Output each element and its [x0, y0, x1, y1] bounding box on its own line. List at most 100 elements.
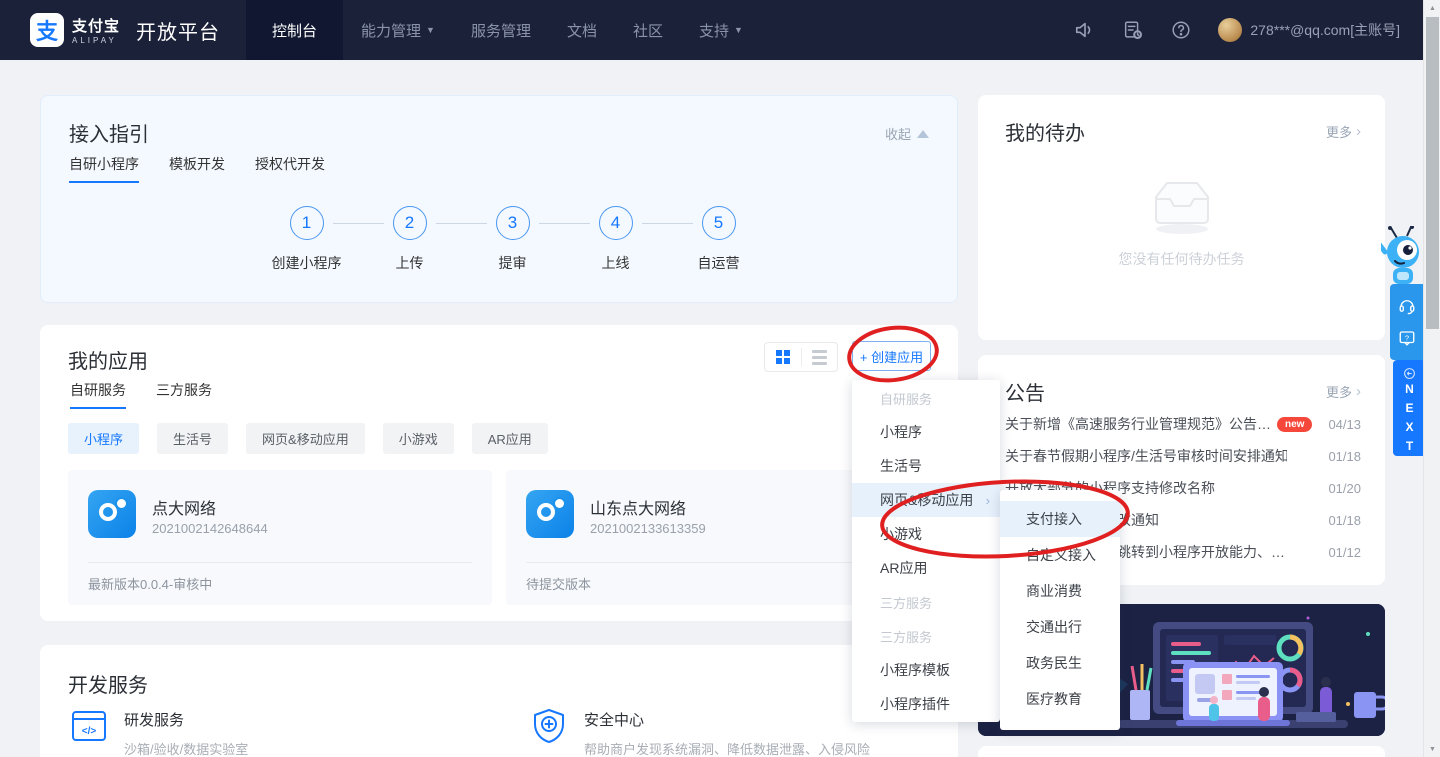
my-apps-card: 我的应用 + 创建应用 自研服务 三方服务 小程序 生活号 网页&移动应用 小游…	[40, 325, 958, 621]
announcement-item[interactable]: 关于春节假期小程序/生活号审核时间安排通知 01/18	[1005, 440, 1361, 472]
new-badge: new	[1277, 416, 1313, 432]
chevron-right-icon: ›	[1356, 123, 1361, 140]
nav-item-console[interactable]: 控制台	[246, 0, 344, 60]
svg-text:?: ?	[1404, 333, 1408, 342]
app-card-diandawangluo[interactable]: 点大网络 2021002142648644 最新版本0.0.4-审核中	[68, 470, 492, 605]
menu-item-life-account[interactable]: 生活号	[852, 449, 1000, 483]
submenu-item-payment-access[interactable]: 支付接入	[1000, 501, 1120, 537]
guide-tab-template[interactable]: 模板开发	[169, 154, 225, 183]
grid-view-icon	[775, 350, 790, 364]
apps-tab-self[interactable]: 自研服务	[70, 380, 126, 409]
customer-service-panel[interactable]: ?	[1390, 284, 1423, 360]
submenu-item-custom-access[interactable]: 自定义接入	[1000, 537, 1120, 573]
brand-cn: 支付宝	[72, 18, 121, 35]
dev-item-rnd[interactable]: </> 研发服务 沙箱/验收/数据实验室	[70, 707, 248, 757]
svg-text:</>: </>	[82, 726, 97, 737]
todo-title: 我的待办	[1005, 123, 1085, 145]
shield-plus-icon	[534, 709, 564, 743]
submenu-item-transport[interactable]: 交通出行	[1000, 609, 1120, 645]
next-version-toggle[interactable]: N E X T	[1393, 360, 1426, 456]
step-5: 5 自运营	[667, 206, 770, 273]
guide-steps: 1 创建小程序 2 上传 3 提审 4 上线 5 自运营	[255, 206, 770, 273]
question-bubble-icon[interactable]: ?	[1398, 329, 1416, 347]
step-2: 2 上传	[358, 206, 487, 273]
announcements-title: 公告	[1005, 383, 1045, 405]
announcements-more-link[interactable]: 更多 ›	[1326, 382, 1361, 401]
empty-inbox-icon	[1154, 182, 1209, 234]
switch-back-icon	[1404, 368, 1415, 379]
submenu-item-commerce[interactable]: 商业消费	[1000, 573, 1120, 609]
menu-item-web-mobile[interactable]: 网页&移动应用 ›	[852, 483, 1000, 517]
menu-item-miniapp-plugin[interactable]: 小程序插件	[852, 687, 1000, 721]
menu-item-third-party[interactable]: 三方服务	[852, 619, 1000, 653]
nav-item-capability[interactable]: 能力管理 ▼	[343, 0, 453, 60]
step-3: 3 提审	[461, 206, 590, 273]
document-history-icon[interactable]	[1122, 19, 1144, 41]
chip-ar[interactable]: AR应用	[471, 423, 548, 454]
web-mobile-submenu: 支付接入 自定义接入 商业消费 交通出行 政务民生 医疗教育	[1000, 490, 1120, 730]
menu-group-self-service: 自研服务	[880, 391, 933, 407]
chip-miniapp[interactable]: 小程序	[68, 423, 140, 454]
my-apps-title: 我的应用	[68, 351, 148, 373]
todo-more-link[interactable]: 更多 ›	[1326, 122, 1361, 141]
list-view-button[interactable]	[802, 343, 838, 371]
menu-group-third-party: 三方服务	[880, 595, 933, 611]
submenu-item-government[interactable]: 政务民生	[1000, 645, 1120, 681]
scroll-down-arrow[interactable]: ▼	[1424, 741, 1440, 757]
guide-tab-self-miniapp[interactable]: 自研小程序	[69, 154, 139, 183]
menu-item-ar[interactable]: AR应用	[852, 551, 1000, 585]
announcement-item[interactable]: 关于新增《高速服务行业管理规范》公告… new 04/13	[1005, 408, 1361, 440]
step-4: 4 上线	[564, 206, 693, 273]
scroll-up-arrow[interactable]: ▲	[1424, 0, 1440, 16]
view-toggle	[764, 342, 838, 372]
nav-item-docs[interactable]: 文档	[549, 0, 615, 60]
app-logo-icon	[88, 490, 136, 538]
caret-down-icon: ▼	[426, 25, 435, 35]
dev-services-title: 开发服务	[68, 675, 148, 697]
dev-services-card: 开发服务 </> 研发服务 沙箱/验收/数据实验室 安全中心 帮助商户发现系统漏…	[40, 645, 958, 757]
account-menu[interactable]: 278***@qq.com[主账号]	[1218, 18, 1400, 42]
nav-item-support[interactable]: 支持 ▼	[681, 0, 761, 60]
apps-tab-third-party[interactable]: 三方服务	[156, 380, 212, 409]
triangle-up-icon	[917, 129, 929, 138]
scrollbar-thumb[interactable]	[1426, 17, 1439, 329]
help-icon[interactable]	[1170, 19, 1192, 41]
announcement-speaker-icon[interactable]	[1074, 19, 1096, 41]
account-name: 278***@qq.com[主账号]	[1250, 22, 1400, 38]
dev-item-security[interactable]: 安全中心 帮助商户发现系统漏洞、降低数据泄露、入侵风险	[530, 707, 870, 757]
guide-title: 接入指引	[69, 124, 149, 146]
collapse-button[interactable]: 收起	[885, 124, 929, 143]
nav-menu: 控制台 能力管理 ▼ 服务管理 文档 社区 支持 ▼	[246, 0, 761, 60]
guide-tab-authorized[interactable]: 授权代开发	[255, 154, 325, 183]
submenu-item-medical-edu[interactable]: 医疗教育	[1000, 681, 1120, 717]
alipay-logo-icon: 支	[30, 13, 64, 47]
chip-web-mobile[interactable]: 网页&移动应用	[246, 423, 365, 454]
nav-item-community[interactable]: 社区	[615, 0, 681, 60]
top-nav: 支 支付宝 ALIPAY 开放平台 控制台 能力管理 ▼ 服务管理 文档 社区 支…	[0, 0, 1440, 60]
step-1: 1 创建小程序	[255, 206, 384, 273]
todo-empty-text: 您没有任何待办任务	[1118, 251, 1245, 267]
app-status: 最新版本0.0.4-审核中	[88, 562, 472, 593]
menu-item-minigame[interactable]: 小游戏	[852, 517, 1000, 551]
partial-card-below	[978, 746, 1385, 757]
chip-life-account[interactable]: 生活号	[157, 423, 229, 454]
page-scrollbar: ▲ ▼	[1423, 0, 1440, 757]
list-view-icon	[811, 349, 827, 365]
chip-minigame[interactable]: 小游戏	[382, 423, 454, 454]
nav-item-service[interactable]: 服务管理	[453, 0, 549, 60]
create-app-button[interactable]: + 创建应用	[852, 341, 931, 371]
headset-icon[interactable]	[1398, 297, 1416, 315]
alipay-logo[interactable]: 支 支付宝 ALIPAY	[30, 13, 120, 47]
chevron-right-icon: ›	[1356, 383, 1361, 400]
caret-down-icon: ▼	[734, 25, 743, 35]
avatar	[1218, 18, 1243, 42]
assistant-mascot[interactable]	[1376, 225, 1429, 293]
todo-card: 我的待办 更多 › 您没有任何待办任务	[978, 95, 1385, 340]
create-app-dropdown: 自研服务 小程序 生活号 网页&移动应用 › 小游戏 AR应用 三方服务 三方服务…	[852, 380, 1000, 722]
grid-view-button[interactable]	[765, 343, 801, 371]
menu-item-miniapp-template[interactable]: 小程序模板	[852, 653, 1000, 687]
app-logo-icon	[526, 490, 574, 538]
guide-card: 接入指引 收起 自研小程序 模板开发 授权代开发 1 创建小程序 2 上传 3 提审 …	[40, 95, 958, 303]
brand-en: ALIPAY	[72, 36, 117, 45]
menu-item-miniapp[interactable]: 小程序	[852, 415, 1000, 449]
